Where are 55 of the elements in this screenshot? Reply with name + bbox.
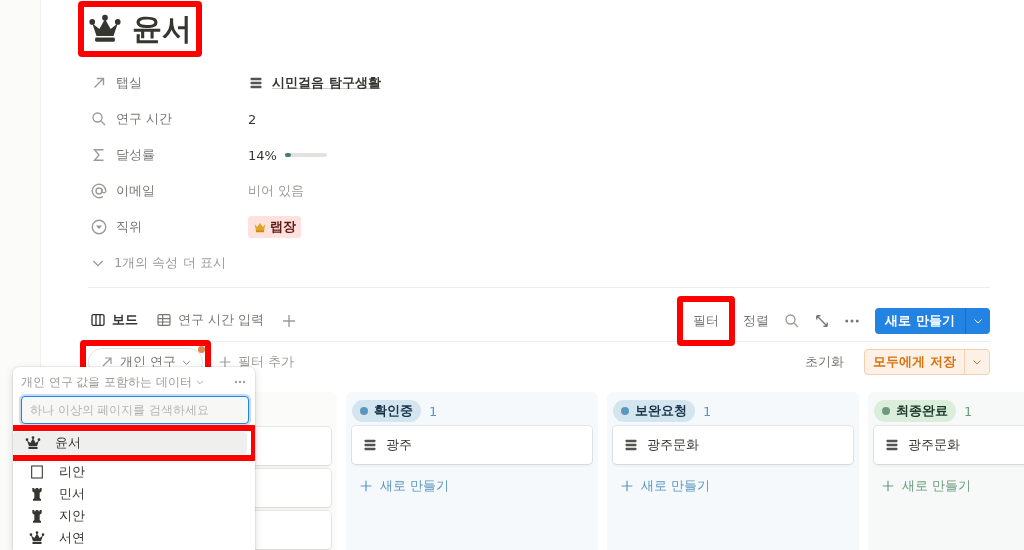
property-value: 14% [248,147,277,163]
list-icon [884,437,900,453]
view-tab[interactable]: 보드 [88,307,140,335]
rook-icon [29,508,45,524]
filter-button[interactable]: 필터 [683,302,730,340]
view-tab[interactable]: 연구 시간 입력 [154,307,267,335]
chevron-icon [194,377,205,387]
column-count: 1 [429,403,438,419]
property-label: 달성률 [116,146,155,164]
property-value: 비어 있음 [248,182,305,200]
property-label: 탭실 [116,74,142,92]
new-card-button[interactable]: 새로 만들기 [613,468,853,504]
new-card-button[interactable]: 새로 만들기 [352,468,592,504]
search-icon [90,110,108,128]
table-icon [156,312,172,328]
sort-button[interactable]: 정렬 [735,306,778,336]
column-count: 1 [703,403,712,419]
reset-button[interactable]: 초기화 [805,353,845,371]
status-tag: 보완요청 [613,400,695,422]
property-label: 이메일 [116,182,155,200]
rook-icon [29,486,45,502]
page-option[interactable]: 지안 [17,505,251,527]
position-tag: 랩장 [248,216,301,238]
popup-heading: 개인 연구 값을 포함하는 데이터 [21,374,192,390]
crown-icon [25,435,41,451]
plus-icon [880,478,896,494]
page-option[interactable]: 리안 [17,461,251,483]
property-value: 2 [248,111,257,127]
board-icon [90,312,106,328]
column-count: 1 [964,403,973,419]
page-icon [29,464,45,480]
at-sign-icon [90,182,108,200]
page-title: 윤서 [132,9,192,48]
dropdown-circle-icon [90,218,108,236]
board-card[interactable]: 광주문화 [874,426,1024,464]
plus-icon [358,478,374,494]
property-label: 연구 시간 [116,110,173,128]
crown-icon [29,530,45,546]
board-card[interactable]: 광주문화 [613,426,853,464]
list-icon [362,437,378,453]
status-tag: 최종완료 [874,400,956,422]
status-tag: 확인중 [352,400,421,422]
list-icon [623,437,639,453]
property-label: 직위 [116,218,142,236]
list-icon [248,75,264,91]
new-card-button[interactable]: 새로 만들기 [874,468,1024,504]
page-option[interactable]: 윤서 [13,432,247,454]
add-filter-button[interactable]: 필터 추가 [217,353,295,371]
show-more-link[interactable]: 1개의 속성 더 표시 [114,254,226,272]
page-option[interactable]: 서연 [17,527,251,549]
page-option[interactable]: 민서 [17,483,251,505]
search-field[interactable]: 하나 이상의 페이지를 검색하세요 [21,396,249,424]
board-card[interactable]: 광주 [352,426,592,464]
relation-link[interactable]: 시민걸음 탐구생활 [272,74,381,92]
plus-icon [619,478,635,494]
